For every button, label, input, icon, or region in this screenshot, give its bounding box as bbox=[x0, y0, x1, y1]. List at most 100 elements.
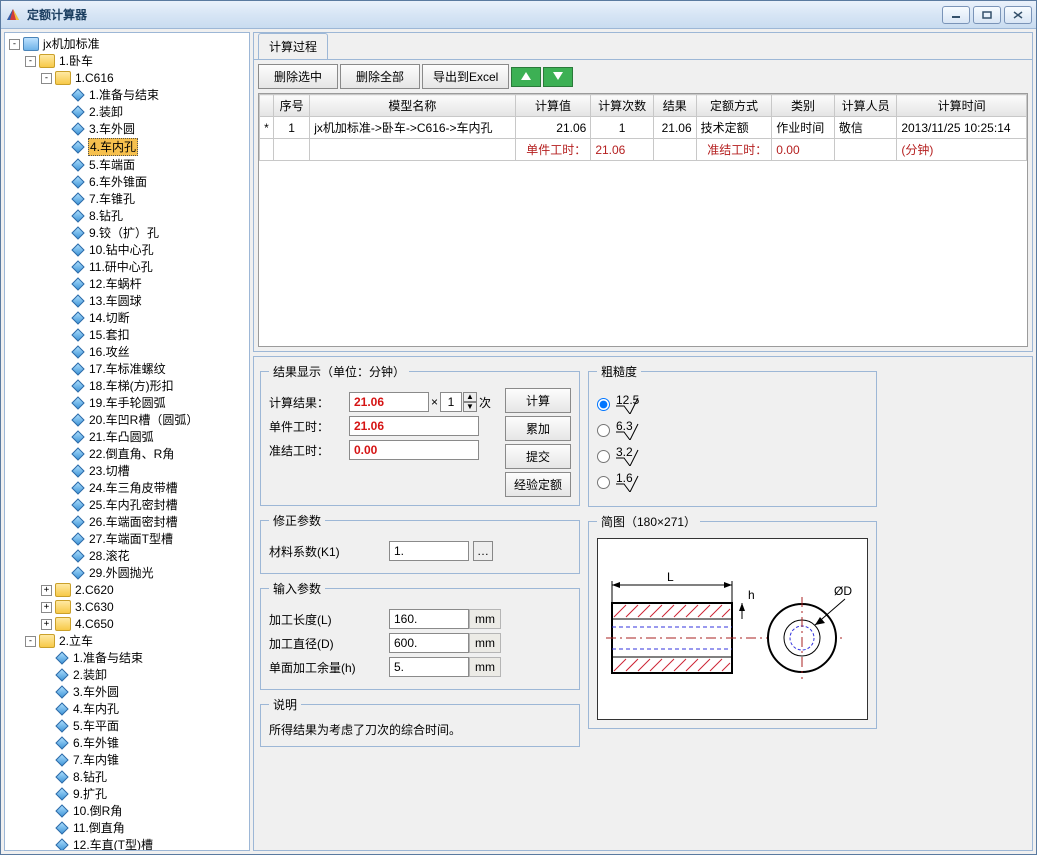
tree-toggle[interactable] bbox=[57, 194, 68, 205]
tree-item[interactable]: 6.车外锥面 bbox=[88, 174, 148, 190]
tree-item[interactable]: 24.车三角皮带槽 bbox=[88, 480, 179, 496]
tree-toggle[interactable]: - bbox=[25, 56, 36, 67]
tree-item[interactable]: 6.车外锥 bbox=[72, 735, 120, 751]
prep-time-input[interactable] bbox=[349, 440, 479, 460]
calc-result-input[interactable] bbox=[349, 392, 429, 412]
tree-item[interactable]: 9.铰（扩）孔 bbox=[88, 225, 160, 241]
tree-toggle[interactable] bbox=[41, 840, 52, 851]
tree-item[interactable]: 11.倒直角 bbox=[72, 820, 126, 836]
tree-item[interactable]: 1.准备与结束 bbox=[72, 650, 144, 666]
tree-item[interactable]: 4.车内孔 bbox=[72, 701, 120, 717]
tree-toggle[interactable] bbox=[57, 500, 68, 511]
tree-node-c650[interactable]: 4.C650 bbox=[74, 616, 115, 632]
tree-item[interactable]: 19.车手轮圆弧 bbox=[88, 395, 167, 411]
column-header[interactable]: 计算人员 bbox=[834, 95, 897, 117]
material-coeff-input[interactable] bbox=[389, 541, 469, 561]
tree-toggle[interactable] bbox=[57, 228, 68, 239]
multiplier-input[interactable] bbox=[440, 392, 462, 412]
tree-node-lathe[interactable]: 1.卧车 bbox=[58, 53, 94, 69]
roughness-option[interactable]: 3.2 bbox=[597, 446, 868, 466]
tree-toggle[interactable] bbox=[57, 160, 68, 171]
tree-item[interactable]: 29.外圆抛光 bbox=[88, 565, 155, 581]
maximize-button[interactable] bbox=[973, 6, 1001, 24]
column-header[interactable]: 结果 bbox=[653, 95, 696, 117]
tree-toggle[interactable] bbox=[57, 279, 68, 290]
roughness-option[interactable]: 6.3 bbox=[597, 420, 868, 440]
tree-toggle[interactable] bbox=[41, 772, 52, 783]
tree-toggle[interactable] bbox=[57, 381, 68, 392]
tree-node-c620[interactable]: 2.C620 bbox=[74, 582, 115, 598]
tree-item[interactable]: 18.车梯(方)形扣 bbox=[88, 378, 175, 394]
tree-toggle[interactable] bbox=[41, 738, 52, 749]
tree-toggle[interactable]: - bbox=[41, 73, 52, 84]
tree-item[interactable]: 12.车蜗杆 bbox=[88, 276, 143, 292]
tree-item[interactable]: 13.车圆球 bbox=[88, 293, 143, 309]
tree-toggle[interactable] bbox=[57, 107, 68, 118]
tree-toggle[interactable] bbox=[57, 466, 68, 477]
tree-toggle[interactable] bbox=[57, 211, 68, 222]
column-header[interactable]: 计算时间 bbox=[897, 95, 1027, 117]
tree-item[interactable]: 7.车内锥 bbox=[72, 752, 120, 768]
tree-toggle[interactable] bbox=[57, 415, 68, 426]
material-coeff-browse[interactable]: … bbox=[473, 541, 493, 561]
tree-toggle[interactable] bbox=[41, 789, 52, 800]
tree-toggle[interactable] bbox=[57, 177, 68, 188]
submit-button[interactable]: 提交 bbox=[505, 444, 571, 469]
column-header[interactable]: 序号 bbox=[274, 95, 310, 117]
nav-tree[interactable]: -jx机加标准-1.卧车-1.C6161.准备与结束2.装卸3.车外圆4.车内孔… bbox=[4, 32, 250, 851]
tree-toggle[interactable] bbox=[41, 687, 52, 698]
diameter-input[interactable] bbox=[389, 633, 469, 653]
tree-toggle[interactable] bbox=[57, 313, 68, 324]
tab-process[interactable]: 计算过程 bbox=[258, 33, 328, 59]
export-excel-button[interactable]: 导出到Excel bbox=[422, 64, 509, 89]
tree-item[interactable]: 2.装卸 bbox=[72, 667, 108, 683]
delete-all-button[interactable]: 删除全部 bbox=[340, 64, 420, 89]
tree-toggle[interactable] bbox=[57, 142, 68, 153]
tree-toggle[interactable] bbox=[41, 721, 52, 732]
column-header[interactable]: 模型名称 bbox=[310, 95, 515, 117]
close-button[interactable] bbox=[1004, 6, 1032, 24]
tree-item[interactable]: 22.倒直角、R角 bbox=[88, 446, 175, 462]
tree-item[interactable]: 4.车内孔 bbox=[88, 138, 138, 156]
tree-toggle[interactable] bbox=[57, 296, 68, 307]
tree-toggle[interactable]: - bbox=[9, 39, 20, 50]
tree-toggle[interactable] bbox=[57, 449, 68, 460]
tree-toggle[interactable] bbox=[57, 551, 68, 562]
tree-toggle[interactable]: + bbox=[41, 585, 52, 596]
allowance-input[interactable] bbox=[389, 657, 469, 677]
tree-item[interactable]: 15.套扣 bbox=[88, 327, 131, 343]
tree-item[interactable]: 27.车端面T型槽 bbox=[88, 531, 174, 547]
tree-toggle[interactable] bbox=[41, 704, 52, 715]
tree-toggle[interactable] bbox=[41, 806, 52, 817]
tree-item[interactable]: 7.车锥孔 bbox=[88, 191, 136, 207]
piece-time-input[interactable] bbox=[349, 416, 479, 436]
tree-toggle[interactable] bbox=[57, 398, 68, 409]
tree-item[interactable]: 12.车直(T型)槽 bbox=[72, 837, 154, 851]
tree-toggle[interactable]: - bbox=[25, 636, 36, 647]
column-header[interactable]: 计算值 bbox=[515, 95, 591, 117]
tree-toggle[interactable]: + bbox=[41, 619, 52, 630]
tree-item[interactable]: 2.装卸 bbox=[88, 104, 124, 120]
tree-toggle[interactable] bbox=[57, 483, 68, 494]
accumulate-button[interactable]: 累加 bbox=[505, 416, 571, 441]
multiplier-spinner[interactable]: ▲▼ bbox=[463, 392, 477, 412]
tree-toggle[interactable] bbox=[57, 534, 68, 545]
tree-toggle[interactable] bbox=[57, 347, 68, 358]
tree-toggle[interactable] bbox=[57, 245, 68, 256]
tree-toggle[interactable] bbox=[57, 432, 68, 443]
tree-item[interactable]: 23.切槽 bbox=[88, 463, 131, 479]
tree-item[interactable]: 16.攻丝 bbox=[88, 344, 131, 360]
compute-button[interactable]: 计算 bbox=[505, 388, 571, 413]
delete-selected-button[interactable]: 删除选中 bbox=[258, 64, 338, 89]
minimize-button[interactable] bbox=[942, 6, 970, 24]
tree-root-node[interactable]: jx机加标准 bbox=[42, 36, 101, 52]
tree-item[interactable]: 5.车端面 bbox=[88, 157, 136, 173]
column-header[interactable]: 类别 bbox=[772, 95, 835, 117]
tree-item[interactable]: 10.倒R角 bbox=[72, 803, 123, 819]
experience-button[interactable]: 经验定额 bbox=[505, 472, 571, 497]
tree-item[interactable]: 10.钻中心孔 bbox=[88, 242, 155, 258]
length-input[interactable] bbox=[389, 609, 469, 629]
tree-toggle[interactable]: + bbox=[41, 602, 52, 613]
tree-toggle[interactable] bbox=[57, 262, 68, 273]
process-grid[interactable]: 序号模型名称计算值计算次数结果定额方式类别计算人员计算时间 * 1 jx机加标准… bbox=[258, 93, 1028, 347]
